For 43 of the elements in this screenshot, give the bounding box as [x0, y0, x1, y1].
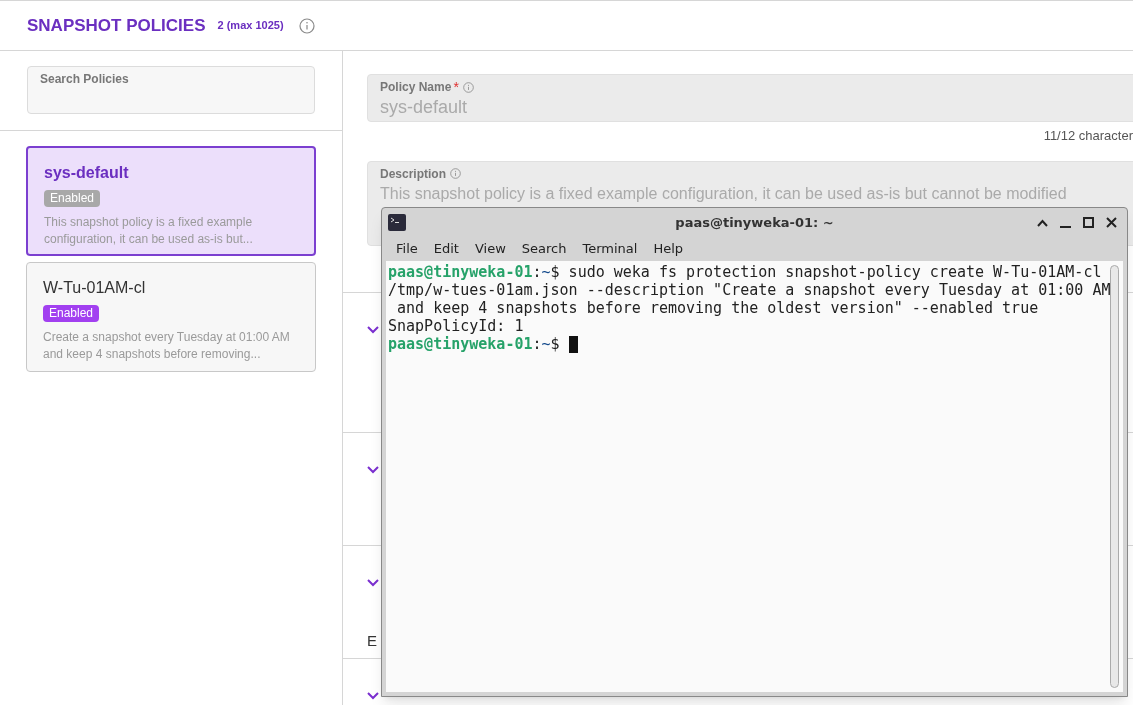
terminal-text: /tmp/w-tues-01am.json --description "Create a snapshot every Tuesday at 01:00 AM [388, 281, 1111, 299]
required-mark: * [453, 81, 459, 93]
policy-count: 2 (max 1025) [217, 18, 284, 34]
section-text: E [367, 630, 378, 651]
terminal-text: $ [550, 335, 561, 353]
status-badge: Enabled [44, 190, 101, 207]
info-icon [462, 81, 474, 93]
chevron-icon[interactable] [367, 578, 379, 587]
policy-description: This snapshot policy is a fixed example configuration, it can be used as-is but... [44, 214, 254, 248]
terminal-icon [388, 214, 406, 231]
policy-description: Create a snapshot every Tuesday at 01:00 AM and keep 4 snapshots before removing... [43, 329, 291, 363]
status-badge: Enabled [43, 305, 100, 322]
chevron-icon[interactable] [367, 325, 379, 334]
prompt-separator: : [532, 335, 542, 353]
policy-name-field[interactable]: Policy Name* sys-default [367, 74, 1133, 122]
character-counter: 11/12 character [1043, 127, 1133, 145]
page-title: SNAPSHOT POLICIES [27, 14, 206, 37]
prompt-path: ~ [541, 335, 551, 353]
field-label: Description [380, 165, 446, 183]
window-title: paas@tinyweka-01: ~ [675, 213, 834, 232]
shade-icon[interactable] [1037, 218, 1048, 227]
close-icon[interactable] [1106, 217, 1117, 228]
info-icon [450, 168, 461, 179]
field-value: This snapshot policy is a fixed example configuration, it can be used as-is but cannot be modified [380, 183, 1068, 204]
terminal-text: SnapPolicyId: 1 [388, 317, 524, 335]
prompt-user: paas@tinyweka-01 [388, 335, 533, 353]
chevron-icon[interactable] [367, 691, 379, 700]
policy-card[interactable]: sys-default Enabled This snapshot policy is a fixed example configuration, it can be used as-is but... [26, 146, 316, 256]
prompt-path: ~ [541, 263, 551, 281]
scrollbar[interactable] [1110, 265, 1119, 688]
terminal-text: $ sudo weka fs protection snapshot-policy create W-Tu-01AM-cl [550, 263, 1102, 281]
field-label: Policy Name [380, 79, 452, 96]
info-icon [298, 17, 315, 34]
chevron-icon[interactable] [367, 465, 379, 474]
prompt-user: paas@tinyweka-01 [388, 263, 533, 281]
field-value: sys-default [380, 96, 469, 118]
prompt-separator: : [532, 263, 542, 281]
policy-card[interactable]: W-Tu-01AM-cl Enabled Create a snapshot every Tuesday at 01:00 AM and keep 4 snapshots before removing... [26, 262, 316, 372]
maximize-icon[interactable] [1083, 217, 1094, 228]
search-field[interactable]: Search Policies [27, 66, 315, 114]
terminal-text: and keep 4 snapshots before removing the oldest version" --enabled true [396, 299, 1039, 317]
policy-name: W-Tu-01AM-cl [43, 278, 147, 298]
policy-name: sys-default [44, 163, 130, 183]
